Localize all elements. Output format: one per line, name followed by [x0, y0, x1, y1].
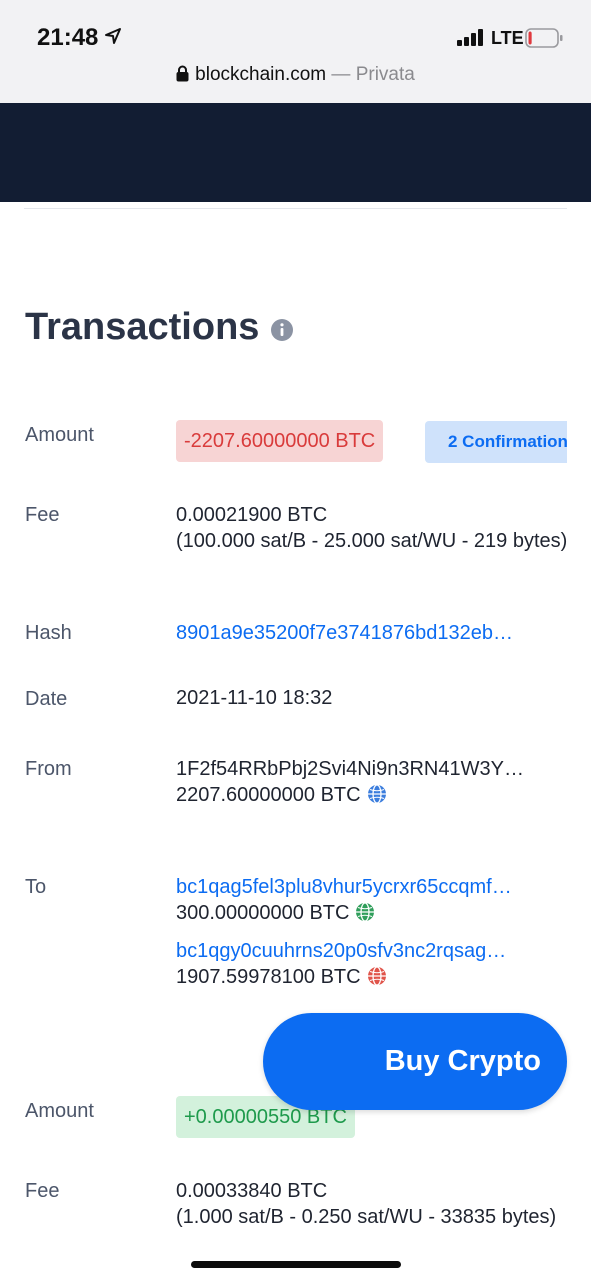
page-title: Transactions	[25, 306, 260, 348]
to-amount: 1907.59978100 BTC	[176, 966, 361, 988]
fee-value: 0.00033840 BTC	[176, 1180, 328, 1202]
fee-value: 0.00021900 BTC	[176, 504, 328, 526]
amount-badge-negative: -2207.60000000 BTC	[176, 420, 384, 462]
to-amount: 300.00000000 BTC	[176, 902, 350, 924]
amount-label: Amount	[25, 424, 94, 446]
location-arrow-icon	[105, 28, 121, 44]
fee-label: Fee	[25, 504, 60, 526]
buy-crypto-button[interactable]: Buy Crypto	[263, 1013, 567, 1110]
from-address: 1F2f54RRbPbj2Svi4Ni9n3RN41W3Y…	[176, 758, 524, 780]
info-icon[interactable]	[270, 318, 294, 342]
from-amount-row: 2207.60000000 BTC	[176, 784, 387, 807]
to-address-link[interactable]: bc1qgy0cuuhrns20p0sfv3nc2rqsag…	[176, 940, 506, 963]
site-header	[0, 103, 591, 202]
home-indicator[interactable]	[191, 1261, 401, 1268]
hash-label: Hash	[25, 622, 72, 644]
date-value: 2021-11-10 18:32	[176, 687, 333, 709]
divider	[24, 208, 567, 209]
date-label: Date	[25, 688, 68, 710]
to-amount-row: 1907.59978100 BTC	[176, 966, 387, 989]
network-type: LTE	[491, 28, 524, 48]
to-amount-row: 300.00000000 BTC	[176, 902, 375, 925]
url-separator: —	[326, 64, 356, 85]
fee-rate: (1.000 sat/B - 0.250 sat/WU - 33835 byte…	[176, 1206, 557, 1228]
confirmations-badge: 2 Confirmations	[425, 421, 567, 463]
battery-icon	[525, 28, 563, 48]
globe-icon	[356, 902, 375, 922]
to-label: To	[25, 876, 47, 898]
lock-icon	[176, 65, 189, 82]
amount-label: Amount	[25, 1100, 94, 1122]
status-time: 21:48	[37, 24, 99, 51]
to-address-link[interactable]: bc1qag5fel3plu8vhur5ycrxr65ccqmf…	[176, 876, 512, 899]
cellular-signal-icon	[457, 29, 483, 46]
globe-icon	[367, 966, 386, 986]
fee-rate: (100.000 sat/B - 25.000 sat/WU - 219 byt…	[176, 530, 567, 552]
from-amount: 2207.60000000 BTC	[176, 784, 361, 806]
globe-icon	[367, 784, 386, 804]
status-bar: 21:48 LTE blockchain.com — Privata	[0, 0, 591, 103]
fee-label: Fee	[25, 1180, 60, 1202]
from-label: From	[25, 758, 72, 780]
url-domain: blockchain.com	[195, 64, 327, 85]
url-bar[interactable]: blockchain.com — Privata	[0, 64, 591, 86]
private-mode-label: Privata	[355, 64, 415, 85]
tx-hash-link[interactable]: 8901a9e35200f7e3741876bd132eb…	[176, 622, 513, 645]
